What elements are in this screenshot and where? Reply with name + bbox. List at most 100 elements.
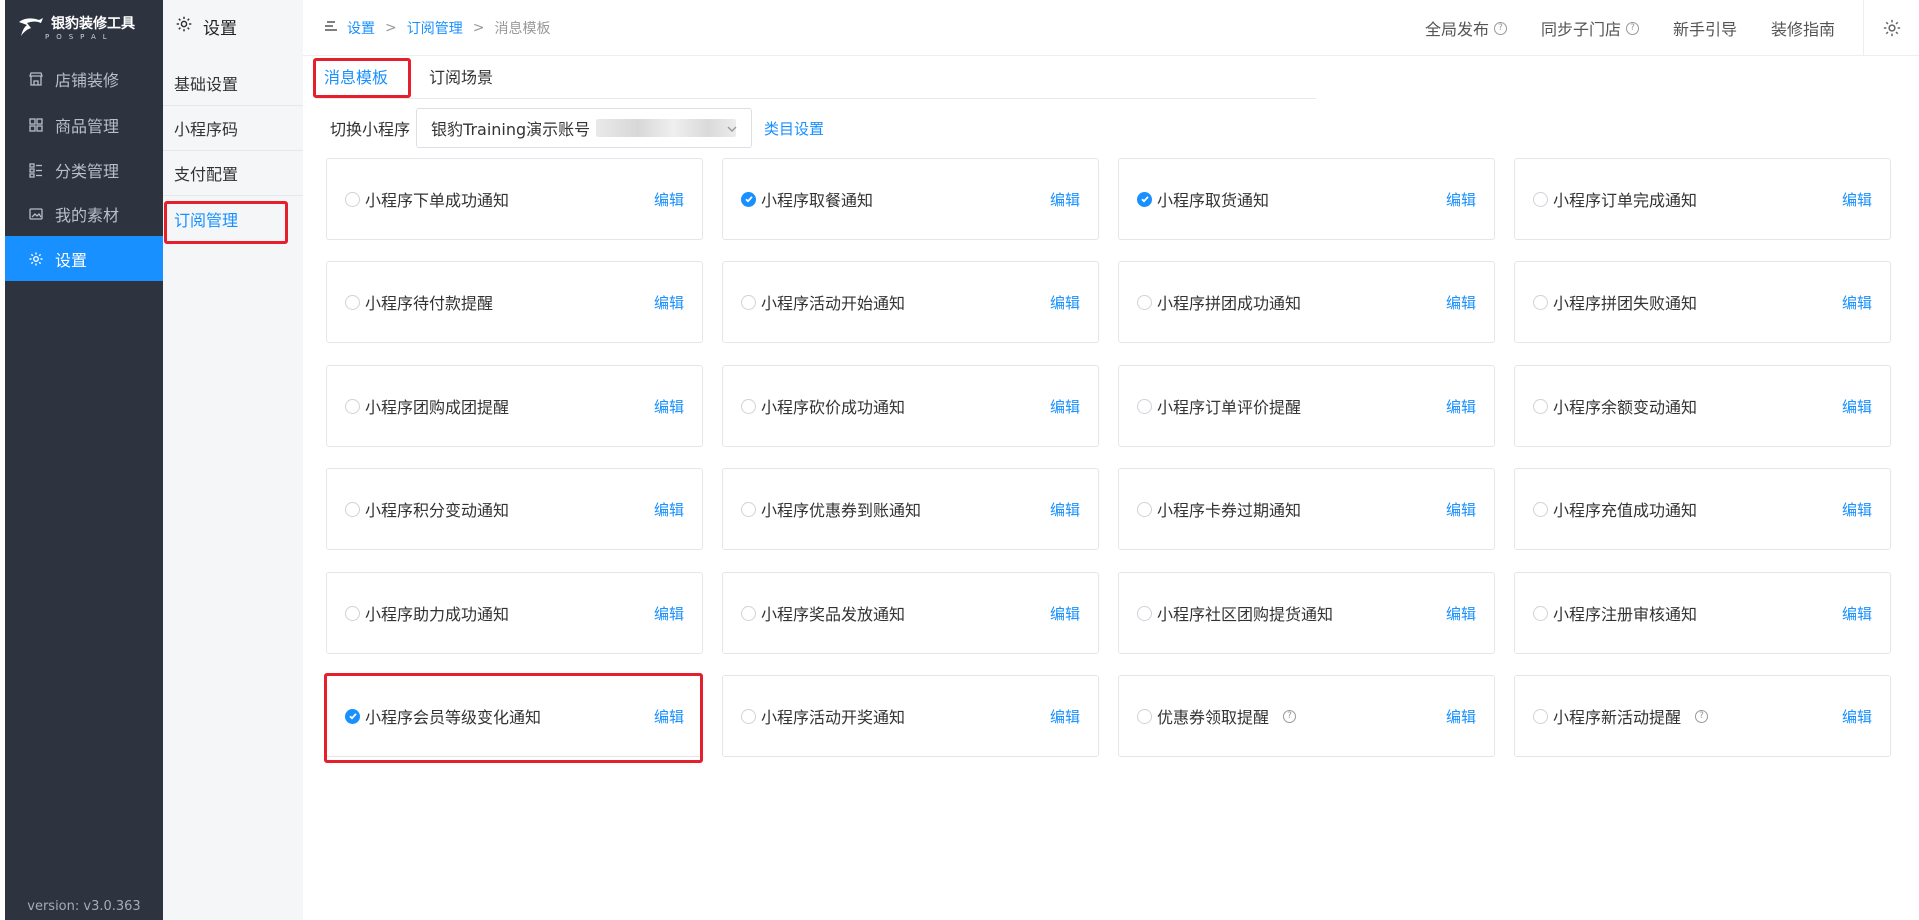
- template-option[interactable]: 小程序取餐通知: [741, 187, 873, 211]
- nav-item-materials[interactable]: 我的素材: [5, 191, 163, 236]
- edit-template-button[interactable]: 编辑: [654, 189, 684, 210]
- global-publish-button[interactable]: 全局发布 ?: [1425, 16, 1507, 40]
- edit-template-button[interactable]: 编辑: [1842, 292, 1872, 313]
- breadcrumb-subscription[interactable]: 订阅管理: [407, 18, 463, 38]
- help-icon[interactable]: ?: [1493, 21, 1507, 35]
- template-option[interactable]: 小程序卡券过期通知: [1137, 497, 1301, 521]
- radio-unchecked-icon[interactable]: [345, 191, 360, 207]
- nav-item-categories[interactable]: 分类管理: [5, 147, 163, 192]
- template-option[interactable]: 小程序订单完成通知: [1533, 187, 1697, 211]
- template-option[interactable]: 小程序取货通知: [1137, 187, 1269, 211]
- radio-unchecked-icon[interactable]: [345, 398, 360, 414]
- radio-unchecked-icon[interactable]: [741, 708, 756, 724]
- header-settings-button[interactable]: [1863, 0, 1919, 56]
- menu-toggle-icon[interactable]: [323, 19, 339, 37]
- template-label: 小程序积分变动通知: [365, 501, 510, 520]
- template-option[interactable]: 小程序订单评价提醒: [1137, 394, 1301, 418]
- help-icon[interactable]: ?: [1283, 709, 1297, 723]
- nav-item-products[interactable]: 商品管理: [5, 102, 163, 147]
- edit-template-button[interactable]: 编辑: [1446, 706, 1476, 727]
- template-option[interactable]: 小程序下单成功通知: [345, 187, 509, 211]
- radio-unchecked-icon[interactable]: [1533, 398, 1548, 414]
- radio-checked-icon[interactable]: [741, 191, 756, 207]
- radio-checked-icon[interactable]: [1137, 191, 1152, 207]
- radio-unchecked-icon[interactable]: [1137, 294, 1152, 310]
- template-option[interactable]: 小程序优惠券到账通知: [741, 497, 921, 521]
- template-option[interactable]: 小程序积分变动通知: [345, 497, 509, 521]
- edit-template-button[interactable]: 编辑: [1842, 189, 1872, 210]
- sync-stores-button[interactable]: 同步子门店 ?: [1541, 16, 1639, 40]
- template-option[interactable]: 小程序余额变动通知: [1533, 394, 1697, 418]
- radio-unchecked-icon[interactable]: [741, 501, 756, 517]
- category-settings-link[interactable]: 类目设置: [764, 118, 824, 139]
- template-label: 小程序充值成功通知: [1553, 501, 1698, 520]
- template-option[interactable]: 小程序砍价成功通知: [741, 394, 905, 418]
- template-option[interactable]: 小程序充值成功通知: [1533, 497, 1697, 521]
- radio-unchecked-icon[interactable]: [1137, 501, 1152, 517]
- edit-template-button[interactable]: 编辑: [1842, 706, 1872, 727]
- radio-unchecked-icon[interactable]: [345, 294, 360, 310]
- template-option[interactable]: 优惠券领取提醒?: [1137, 704, 1297, 728]
- edit-template-button[interactable]: 编辑: [1842, 603, 1872, 624]
- radio-unchecked-icon[interactable]: [1137, 708, 1152, 724]
- subnav-item-basic[interactable]: 基础设置: [163, 61, 303, 106]
- edit-template-button[interactable]: 编辑: [1842, 396, 1872, 417]
- nav-item-store-decor[interactable]: 店铺装修: [5, 56, 163, 101]
- template-option[interactable]: 小程序助力成功通知: [345, 601, 509, 625]
- template-option[interactable]: 小程序团购成团提醒: [345, 394, 509, 418]
- tab-subscription-scene[interactable]: 订阅场景: [429, 57, 493, 99]
- radio-unchecked-icon[interactable]: [345, 605, 360, 621]
- template-option[interactable]: 小程序奖品发放通知: [741, 601, 905, 625]
- subnav-item-qrcode[interactable]: 小程序码: [163, 106, 303, 151]
- template-option[interactable]: 小程序待付款提醒: [345, 290, 493, 314]
- radio-unchecked-icon[interactable]: [345, 501, 360, 517]
- template-option[interactable]: 小程序注册审核通知: [1533, 601, 1697, 625]
- edit-template-button[interactable]: 编辑: [1050, 499, 1080, 520]
- miniapp-select[interactable]: 银豹Training演示账号: [416, 108, 753, 148]
- edit-template-button[interactable]: 编辑: [1446, 499, 1476, 520]
- template-option[interactable]: 小程序拼团成功通知: [1137, 290, 1301, 314]
- app-logo[interactable]: 银豹装修工具 POSPAL: [17, 12, 135, 42]
- edit-template-button[interactable]: 编辑: [1050, 396, 1080, 417]
- edit-template-button[interactable]: 编辑: [1050, 603, 1080, 624]
- template-option[interactable]: 小程序拼团失败通知: [1533, 290, 1697, 314]
- radio-unchecked-icon[interactable]: [1137, 398, 1152, 414]
- edit-template-button[interactable]: 编辑: [1842, 499, 1872, 520]
- edit-template-button[interactable]: 编辑: [1050, 292, 1080, 313]
- radio-unchecked-icon[interactable]: [741, 605, 756, 621]
- radio-unchecked-icon[interactable]: [1533, 708, 1548, 724]
- edit-template-button[interactable]: 编辑: [1446, 396, 1476, 417]
- template-option[interactable]: 小程序新活动提醒?: [1533, 704, 1709, 728]
- edit-template-button[interactable]: 编辑: [654, 396, 684, 417]
- template-card: 小程序新活动提醒? 编辑: [1514, 675, 1891, 757]
- radio-unchecked-icon[interactable]: [1533, 294, 1548, 310]
- radio-unchecked-icon[interactable]: [1533, 605, 1548, 621]
- subnav-title: 设置: [175, 14, 237, 39]
- decor-guide-button[interactable]: 装修指南: [1771, 16, 1835, 40]
- edit-template-button[interactable]: 编辑: [654, 499, 684, 520]
- beginner-guide-button[interactable]: 新手引导: [1673, 16, 1737, 40]
- nav-item-settings[interactable]: 设置: [5, 236, 163, 281]
- template-option[interactable]: 小程序活动开始通知: [741, 290, 905, 314]
- radio-unchecked-icon[interactable]: [1533, 191, 1548, 207]
- nav-item-label: 分类管理: [55, 161, 120, 181]
- template-option[interactable]: 小程序活动开奖通知: [741, 704, 905, 728]
- edit-template-button[interactable]: 编辑: [1050, 706, 1080, 727]
- edit-template-button[interactable]: 编辑: [1050, 189, 1080, 210]
- template-card: 小程序卡券过期通知 编辑: [1118, 468, 1495, 550]
- radio-unchecked-icon[interactable]: [1533, 501, 1548, 517]
- radio-unchecked-icon[interactable]: [1137, 605, 1152, 621]
- help-icon[interactable]: ?: [1695, 709, 1709, 723]
- edit-template-button[interactable]: 编辑: [1446, 189, 1476, 210]
- radio-unchecked-icon[interactable]: [741, 398, 756, 414]
- edit-template-button[interactable]: 编辑: [654, 292, 684, 313]
- edit-template-button[interactable]: 编辑: [654, 603, 684, 624]
- breadcrumb-settings[interactable]: 设置: [347, 18, 375, 38]
- edit-template-button[interactable]: 编辑: [1446, 292, 1476, 313]
- help-icon[interactable]: ?: [1625, 21, 1639, 35]
- radio-unchecked-icon[interactable]: [741, 294, 756, 310]
- edit-template-button[interactable]: 编辑: [1446, 603, 1476, 624]
- chevron-down-icon: [725, 121, 739, 140]
- template-option[interactable]: 小程序社区团购提货通知: [1137, 601, 1333, 625]
- subnav-item-payment[interactable]: 支付配置: [163, 151, 303, 196]
